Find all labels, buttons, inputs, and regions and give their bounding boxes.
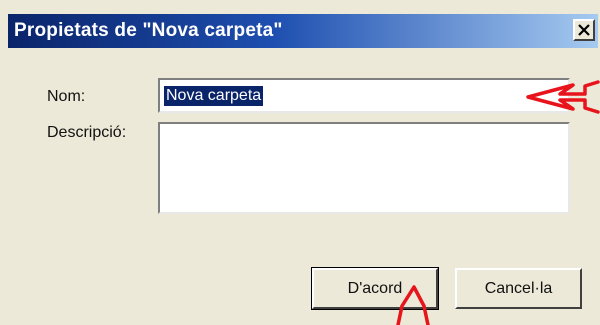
title-bar[interactable]: Propietats de "Nova carpeta" — [8, 14, 598, 48]
close-icon — [578, 24, 590, 36]
properties-dialog: Propietats de "Nova carpeta" Nom: Nova c… — [0, 0, 600, 325]
cancel-button[interactable]: Cancel·la — [455, 268, 582, 309]
description-textarea[interactable] — [158, 122, 570, 214]
ok-button-label: D'acord — [347, 279, 403, 297]
cancel-button-label: Cancel·la — [484, 279, 553, 297]
window-title: Propietats de "Nova carpeta" — [14, 20, 283, 41]
ok-button[interactable]: D'acord — [311, 267, 439, 310]
name-label: Nom: — [47, 88, 86, 105]
close-button[interactable] — [573, 19, 595, 41]
description-label: Descripció: — [47, 124, 127, 141]
name-input[interactable]: Nova carpeta — [158, 78, 570, 113]
name-input-value: Nova carpeta — [164, 86, 264, 106]
